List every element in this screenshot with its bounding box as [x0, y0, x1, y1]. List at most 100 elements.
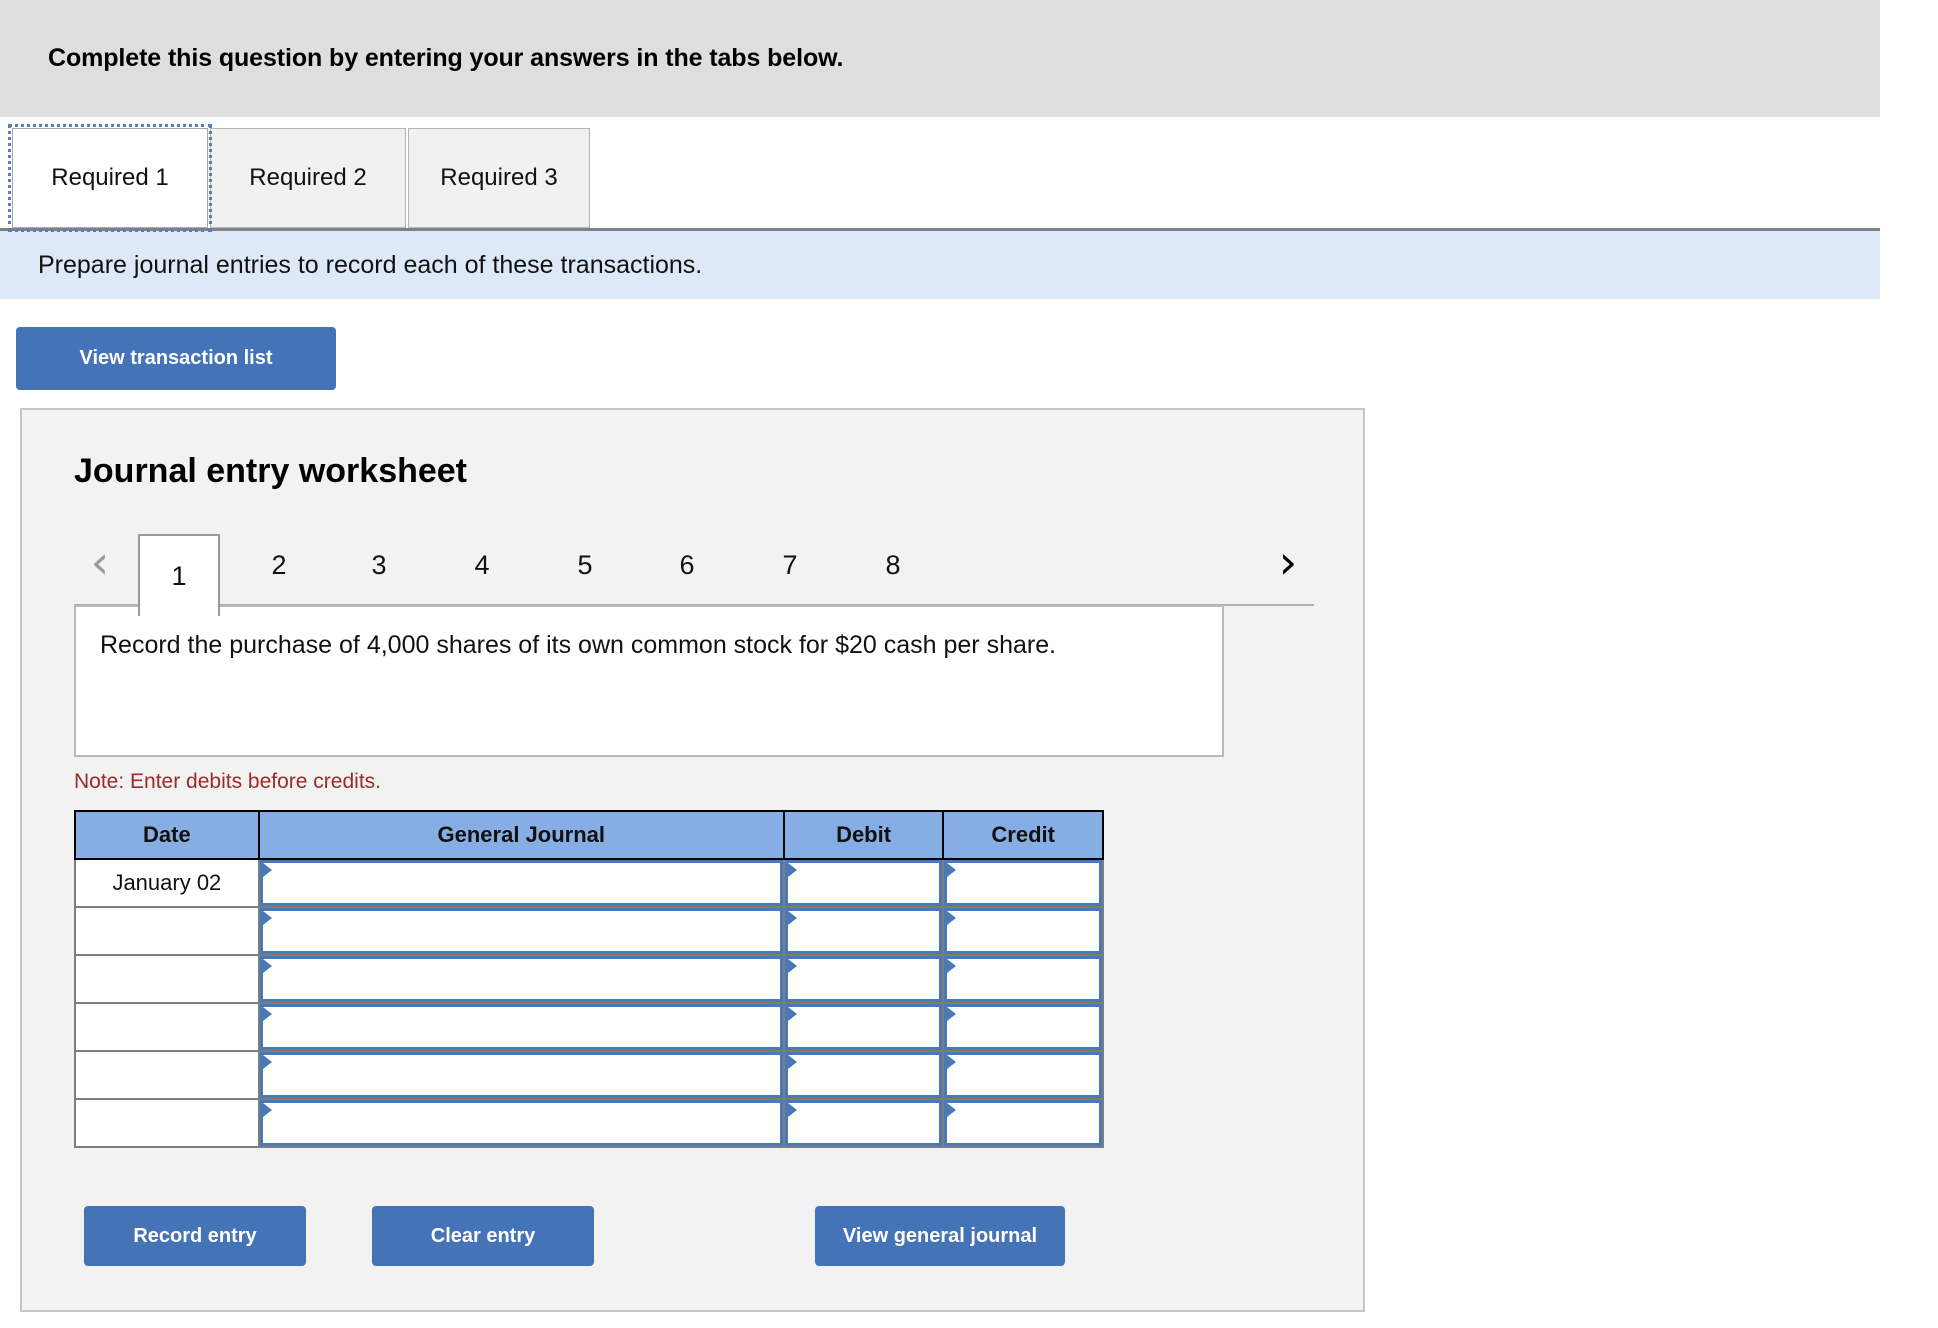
table-row [74, 906, 1104, 956]
date-cell-row-3[interactable] [74, 954, 260, 1004]
table-row [74, 1002, 1104, 1052]
journal-table-head: Date General Journal Debit Credit [74, 810, 1104, 860]
debit-input-row-3[interactable] [784, 956, 943, 1002]
credit-input-row-2[interactable] [944, 908, 1102, 954]
table-row: January 02 [74, 858, 1104, 908]
general-journal-input-row-5[interactable] [259, 1052, 783, 1098]
cell-wrapper [944, 908, 1102, 954]
page-tab-5[interactable]: 5 [544, 534, 626, 596]
cell-wrapper [259, 956, 783, 1002]
cell-wrapper [944, 1100, 1102, 1146]
cell-wrapper [784, 1004, 943, 1050]
journal-table-header-row: Date General Journal Debit Credit [74, 810, 1104, 860]
cell-wrapper [944, 1004, 1102, 1050]
debit-cell-row-5[interactable] [782, 1050, 945, 1100]
credit-cell-row-5[interactable] [942, 1050, 1104, 1100]
general-journal-cell-row-2[interactable] [257, 906, 785, 956]
journal-entry-worksheet-panel: Journal entry worksheet ‹ 1 2 3 4 5 6 7 … [20, 408, 1365, 1312]
worksheet-pager: ‹ 1 2 3 4 5 6 7 8 › [74, 520, 1314, 616]
column-header-general-journal: General Journal [257, 810, 785, 860]
page-tab-7[interactable]: 7 [749, 534, 831, 596]
record-entry-button[interactable]: Record entry [84, 1206, 306, 1266]
cell-wrapper [259, 1052, 783, 1098]
credit-input-row-4[interactable] [944, 1004, 1102, 1050]
debit-input-row-5[interactable] [784, 1052, 943, 1098]
page-tab-6[interactable]: 6 [646, 534, 728, 596]
credit-cell-row-1[interactable] [942, 858, 1104, 908]
debit-cell-row-1[interactable] [782, 858, 945, 908]
debit-input-row-4[interactable] [784, 1004, 943, 1050]
cell-wrapper [784, 1100, 943, 1146]
credit-cell-row-2[interactable] [942, 906, 1104, 956]
transaction-description-text: Record the purchase of 4,000 shares of i… [100, 631, 1057, 659]
tab-required-2-label: Required 2 [249, 164, 367, 191]
chevron-right-icon[interactable]: › [1262, 532, 1314, 592]
debit-cell-row-6[interactable] [782, 1098, 945, 1148]
debit-input-row-1[interactable] [784, 860, 943, 906]
page-tab-8[interactable]: 8 [852, 534, 934, 596]
date-cell-row-2[interactable] [74, 906, 260, 956]
table-row [74, 1098, 1104, 1148]
credit-cell-row-4[interactable] [942, 1002, 1104, 1052]
journal-table-body: January 02 [74, 858, 1104, 1148]
cell-wrapper [784, 860, 943, 906]
debit-cell-row-4[interactable] [782, 1002, 945, 1052]
question-banner: Complete this question by entering your … [0, 0, 1880, 117]
credit-input-row-6[interactable] [944, 1100, 1102, 1146]
column-header-debit: Debit [782, 810, 945, 860]
worksheet-title: Journal entry worksheet [74, 452, 468, 490]
debit-cell-row-3[interactable] [782, 954, 945, 1004]
cell-wrapper [944, 860, 1102, 906]
clear-entry-button[interactable]: Clear entry [372, 1206, 594, 1266]
credit-input-row-1[interactable] [944, 860, 1102, 906]
page-tab-4[interactable]: 4 [441, 534, 523, 596]
cell-wrapper [259, 860, 783, 906]
journal-entry-table: Date General Journal Debit Credit Januar… [74, 810, 1104, 1148]
credit-cell-row-6[interactable] [942, 1098, 1104, 1148]
general-journal-input-row-1[interactable] [259, 860, 783, 906]
requirement-tabs: Required 1 Required 2 Required 3 [0, 124, 1880, 232]
credit-input-row-3[interactable] [944, 956, 1102, 1002]
column-header-date: Date [74, 810, 260, 860]
tab-required-2[interactable]: Required 2 [210, 128, 406, 228]
column-header-credit: Credit [942, 810, 1104, 860]
cell-wrapper [944, 956, 1102, 1002]
cell-wrapper [784, 908, 943, 954]
debit-input-row-6[interactable] [784, 1100, 943, 1146]
date-cell-row-6[interactable] [74, 1098, 260, 1148]
instruction-text: Prepare journal entries to record each o… [38, 250, 703, 279]
banner-text: Complete this question by entering your … [48, 44, 844, 72]
cell-wrapper [259, 908, 783, 954]
view-transaction-list-button[interactable]: View transaction list [16, 327, 336, 390]
tab-required-1[interactable]: Required 1 [8, 124, 212, 232]
general-journal-input-row-6[interactable] [259, 1100, 783, 1146]
general-journal-cell-row-1[interactable] [257, 858, 785, 908]
view-general-journal-button[interactable]: View general journal [815, 1206, 1065, 1266]
page-tab-3[interactable]: 3 [338, 534, 420, 596]
tab-required-3-label: Required 3 [440, 164, 558, 191]
cell-wrapper [944, 1052, 1102, 1098]
general-journal-input-row-3[interactable] [259, 956, 783, 1002]
general-journal-cell-row-3[interactable] [257, 954, 785, 1004]
debits-before-credits-note: Note: Enter debits before credits. [74, 770, 381, 793]
chevron-left-icon[interactable]: ‹ [74, 532, 126, 592]
date-cell-row-5[interactable] [74, 1050, 260, 1100]
question-page: Complete this question by entering your … [0, 0, 1938, 1328]
general-journal-cell-row-5[interactable] [257, 1050, 785, 1100]
cell-wrapper [784, 1052, 943, 1098]
transaction-description-box: Record the purchase of 4,000 shares of i… [74, 605, 1224, 757]
general-journal-input-row-2[interactable] [259, 908, 783, 954]
general-journal-input-row-4[interactable] [259, 1004, 783, 1050]
general-journal-cell-row-4[interactable] [257, 1002, 785, 1052]
general-journal-cell-row-6[interactable] [257, 1098, 785, 1148]
tab-required-3[interactable]: Required 3 [408, 128, 590, 228]
credit-cell-row-3[interactable] [942, 954, 1104, 1004]
page-tab-2[interactable]: 2 [238, 534, 320, 596]
date-cell-row-4[interactable] [74, 1002, 260, 1052]
date-cell-row-1[interactable]: January 02 [74, 858, 260, 908]
credit-input-row-5[interactable] [944, 1052, 1102, 1098]
page-tab-1[interactable]: 1 [138, 534, 220, 616]
cell-wrapper [259, 1100, 783, 1146]
debit-input-row-2[interactable] [784, 908, 943, 954]
debit-cell-row-2[interactable] [782, 906, 945, 956]
